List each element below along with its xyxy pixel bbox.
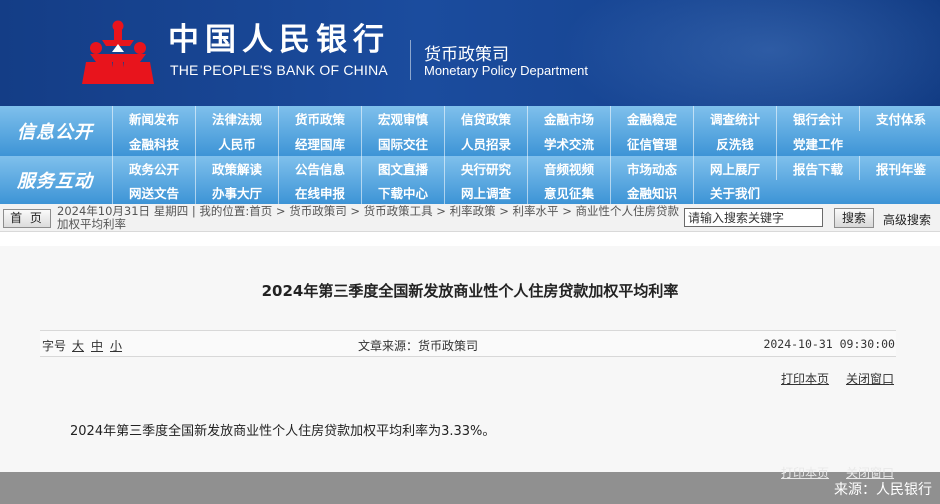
nav-item-monetary-policy[interactable]: 货币政策 [278,106,361,131]
nav-item-anti-money-laundering[interactable]: 反洗钱 [693,131,776,156]
breadcrumb[interactable]: 2024年10月31日 星期四 | 我的位置:首页 > 货币政策司 > 货币政策… [57,205,681,231]
nav-item-payment-system[interactable]: 支付体系 [859,106,940,131]
nav-item-statistics[interactable]: 调查统计 [693,106,776,131]
bank-name-cn: 中国人民银行 [168,22,390,58]
nav-item-report-download[interactable]: 报告下载 [776,156,859,180]
nav-item-documents[interactable]: 网送文告 [112,180,195,204]
nav-item-credit-policy[interactable]: 信贷政策 [444,106,527,131]
nav-item-macroprudential[interactable]: 宏观审慎 [361,106,444,131]
nav-item-government-affairs[interactable]: 政务公开 [112,156,195,180]
nav-item-treasury[interactable]: 经理国库 [278,131,361,156]
nav-item-yearbook[interactable]: 报刊年鉴 [859,156,940,180]
home-button[interactable]: 首 页 [3,209,51,228]
department-name-en: Monetary Policy Department [424,63,589,78]
nav-item-live-broadcast[interactable]: 图文直播 [361,156,444,180]
nav-item-research[interactable]: 央行研究 [444,156,527,180]
header-divider [410,40,411,80]
article-source: 文章来源：货币政策司 [358,339,479,353]
pboc-emblem-icon [82,20,154,84]
advanced-search-link[interactable]: 高级搜索 [883,211,931,228]
nav-item-download-center[interactable]: 下载中心 [361,180,444,204]
article-title: 2024年第三季度全国新发放商业性个人住房贷款加权平均利率 [261,282,679,300]
nav-item-news-release[interactable]: 新闻发布 [112,106,195,131]
search-button[interactable]: 搜索 [834,208,874,228]
nav-item-financial-knowledge[interactable]: 金融知识 [610,180,693,204]
nav-band-label-info: 信息公开 [17,122,93,143]
nav-item-online-filing[interactable]: 在线申报 [278,180,361,204]
nav-item-online-survey[interactable]: 网上调查 [444,180,527,204]
font-size-large-link[interactable]: 大 [72,337,84,354]
nav-item-bank-accounting[interactable]: 银行会计 [776,106,859,131]
article-body: 2024年第三季度全国新发放商业性个人住房贷款加权平均利率为3.33%。 [70,424,496,439]
nav-service-grid: 政务公开 政策解读 公告信息 图文直播 央行研究 音频视频 市场动态 网上展厅 … [112,156,940,204]
nav-item-market-trends[interactable]: 市场动态 [610,156,693,180]
close-window-link[interactable]: 关闭窗口 [846,370,894,387]
nav-item-audio-video[interactable]: 音频视频 [527,156,610,180]
nav-info-grid: 新闻发布 法律法规 货币政策 宏观审慎 信贷政策 金融市场 金融稳定 调查统计 … [112,106,940,156]
article-datetime: 2024-10-31 09:30:00 [763,337,895,351]
nav-item-academic[interactable]: 学术交流 [527,131,610,156]
nav-item-international[interactable]: 国际交往 [361,131,444,156]
nav-item-recruitment[interactable]: 人员招录 [444,131,527,156]
nav-item-party-building[interactable]: 党建工作 [776,131,859,156]
nav-band-label-service: 服务互动 [17,171,93,192]
nav-item-feedback[interactable]: 意见征集 [527,180,610,204]
nav-item-laws[interactable]: 法律法规 [195,106,278,131]
nav-item-about-us[interactable]: 关于我们 [693,180,776,204]
nav-service-interaction: 服务互动 政务公开 政策解读 公告信息 图文直播 央行研究 音频视频 市场动态 … [0,156,940,204]
nav-item-financial-stability[interactable]: 金融稳定 [610,106,693,131]
nav-item-policy-interpretation[interactable]: 政策解读 [195,156,278,180]
search-input[interactable] [684,208,823,227]
nav-item-financial-market[interactable]: 金融市场 [527,106,610,131]
article-meta-bar: 字号 大 中 小 文章来源：货币政策司 2024-10-31 09:30:00 [40,330,896,357]
department-name-cn: 货币政策司 [424,45,509,65]
font-size-medium-link[interactable]: 中 [91,337,103,354]
nav-item-announcements[interactable]: 公告信息 [278,156,361,180]
nav-item-online-exhibition[interactable]: 网上展厅 [693,156,776,180]
font-size-small-link[interactable]: 小 [110,337,122,354]
nav-item-rmb[interactable]: 人民币 [195,131,278,156]
source-watermark: 来源：人民银行 [834,482,932,498]
nav-info-disclosure: 信息公开 新闻发布 法律法规 货币政策 宏观审慎 信贷政策 金融市场 金融稳定 … [0,106,940,156]
nav-item-service-hall[interactable]: 办事大厅 [195,180,278,204]
nav-item-credit-reference[interactable]: 征信管理 [610,131,693,156]
site-header: 中国人民银行 THE PEOPLE'S BANK OF CHINA 货币政策司 … [0,0,940,106]
print-page-link[interactable]: 打印本页 [781,370,829,387]
bank-name-en: THE PEOPLE'S BANK OF CHINA [170,62,388,78]
nav-item-fintech[interactable]: 金融科技 [112,131,195,156]
print-page-link-bottom[interactable]: 打印本页 [781,464,829,481]
header-glow [560,0,940,106]
font-size-label: 字号 [42,339,67,353]
